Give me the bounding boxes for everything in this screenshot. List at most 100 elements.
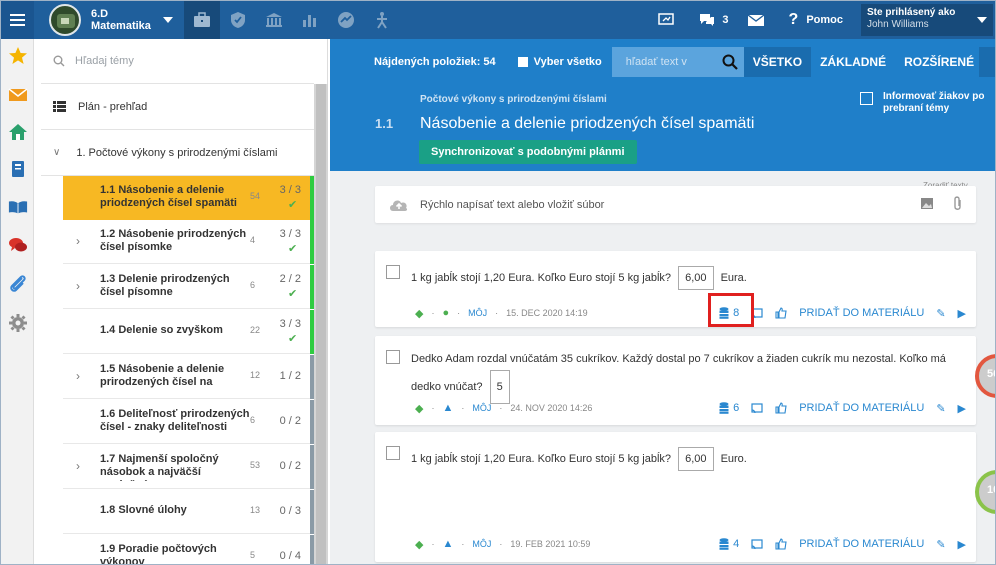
inform-students-checkbox[interactable]: Informovať žiakov po prebraní témy [860, 91, 993, 115]
card-checkbox[interactable] [386, 350, 400, 364]
tab-basic[interactable]: ZÁKLADNÉ [811, 47, 895, 77]
notebook-icon[interactable] [8, 159, 28, 179]
check-icon: ✔ [288, 333, 298, 345]
school-icon[interactable] [256, 1, 292, 39]
chevron-right-icon[interactable]: › [76, 234, 80, 248]
card-checkbox[interactable] [386, 265, 400, 279]
material-card[interactable]: 1 kg jabĺk stojí 1,20 Eura. Koľko Euro s… [375, 432, 976, 562]
chevron-right-icon[interactable]: › [76, 279, 80, 293]
cast-icon[interactable] [751, 538, 763, 550]
topic-item[interactable]: 1.4 Delenie so zvyškom 22 3 / 3 ✔ [63, 310, 315, 354]
tag-icon[interactable]: ◆ [415, 307, 423, 320]
chat-icon[interactable] [8, 235, 28, 255]
class-selector[interactable]: 6.D Matematika [49, 4, 173, 36]
gear-icon[interactable] [8, 313, 28, 333]
select-all-checkbox[interactable]: Vyber všetko [517, 56, 602, 68]
briefcase-icon[interactable] [184, 1, 220, 39]
pencil-icon[interactable]: ✎ [936, 307, 945, 320]
thumbs-up-icon[interactable] [775, 307, 787, 319]
play-icon[interactable]: ▶ [958, 402, 966, 415]
pencil-icon[interactable]: ✎ [936, 538, 945, 551]
bar-chart-icon[interactable] [292, 1, 328, 39]
home-icon[interactable] [8, 122, 28, 142]
search-icon [53, 55, 65, 67]
database-button[interactable]: 6 [719, 402, 739, 414]
user-menu[interactable]: Ste prihlásený ako John Williams [861, 4, 993, 36]
tag-icon[interactable]: ◆ [415, 538, 423, 551]
topic-count: 13 [250, 505, 261, 515]
topic-count: 5 [250, 550, 256, 560]
add-to-material-button[interactable]: PRIDAŤ DO MATERIÁLU [799, 307, 924, 319]
topic-count: 53 [250, 460, 261, 470]
pencil-icon[interactable]: ✎ [936, 402, 945, 415]
add-to-material-button[interactable]: PRIDAŤ DO MATERIÁLU [799, 402, 924, 414]
messages-button[interactable]: 3 [698, 12, 729, 28]
presentation-icon[interactable] [658, 13, 680, 27]
sidebar-scrollbar[interactable] [314, 84, 328, 564]
sync-plans-button[interactable]: Synchronizovať s podobnými plánmi [419, 140, 637, 164]
material-card[interactable]: 1 kg jabĺk stojí 1,20 Eura. Koľko Euro s… [375, 251, 976, 327]
envelope-icon[interactable] [8, 85, 28, 105]
mail-icon[interactable] [747, 13, 771, 27]
top-nav [184, 1, 400, 39]
thumbs-up-icon[interactable] [775, 402, 787, 414]
topic-item[interactable]: 1.8 Slovné úlohy 13 0 / 3 [63, 490, 315, 534]
topic-item[interactable]: 1.1 Násobenie a delenie priodzených číse… [63, 176, 315, 220]
topic-item[interactable]: › 1.3 Delenie prirodzených čísel písomne… [63, 265, 315, 309]
trend-icon[interactable] [328, 1, 364, 39]
topic-item[interactable]: › 1.7 Najmenší spoločný násobok a najväč… [63, 445, 315, 489]
chevron-right-icon[interactable]: › [76, 369, 80, 383]
database-icon [719, 538, 729, 550]
graduation-cap-icon: ▲ [442, 402, 454, 414]
help-label: Pomoc [806, 14, 843, 26]
tag-icon[interactable]: ◆ [415, 402, 423, 415]
shield-icon[interactable] [220, 1, 256, 39]
cast-icon[interactable] [751, 402, 763, 414]
chevron-down-icon [162, 17, 173, 23]
topic-title: 1.1 Násobenie a delenie priodzených číse… [100, 184, 237, 209]
card-answer: 5 [489, 370, 510, 404]
database-button[interactable]: 4 [719, 538, 739, 550]
plan-overview-label: Plán - prehľad [78, 100, 148, 113]
topic-ratio: 0 / 3 [279, 505, 301, 517]
book-icon[interactable] [8, 197, 28, 217]
card-checkbox[interactable] [386, 446, 400, 460]
class-subject: Matematika [91, 20, 151, 32]
tab-extended[interactable]: ROZŠÍRENÉ [895, 47, 983, 77]
quick-input[interactable]: Rýchlo napísať text alebo vložiť súbor [375, 186, 976, 223]
chapter-row[interactable]: ∨ 1. Počtové výkony s prirodzenými čísla… [41, 130, 314, 176]
plan-overview[interactable]: Plán - prehľad [41, 84, 314, 130]
topic-item[interactable]: 1.6 Deliteľnosť prirodzených čísel - zna… [63, 400, 315, 444]
search-icon[interactable] [722, 54, 738, 70]
paperclip-icon[interactable] [8, 274, 28, 294]
toolbar-more-button[interactable] [979, 47, 995, 77]
add-to-material-button[interactable]: PRIDAŤ DO MATERIÁLU [799, 538, 924, 550]
topic-item[interactable]: › 1.2 Násobenie prirodzených čísel písom… [63, 220, 315, 264]
play-icon[interactable]: ▶ [958, 307, 966, 320]
cloud-upload-icon[interactable] [388, 197, 410, 212]
topic-search[interactable]: Hľadaj témy [41, 39, 314, 84]
topic-item[interactable]: 1.9 Poradie počtových výkonov 5 0 / 4 [63, 535, 315, 564]
text-search-input[interactable]: hľadať text v [611, 47, 744, 77]
chapter-label: 1. Počtové výkony s prirodzenými číslami [76, 146, 278, 159]
thumbs-up-icon[interactable] [775, 538, 787, 550]
help-button[interactable]: ? Pomoc [789, 11, 843, 29]
found-count: Nájdených položiek: 54 [374, 56, 496, 68]
image-icon[interactable] [920, 197, 934, 210]
scrollbar-thumb[interactable] [316, 84, 326, 564]
database-count: 6 [733, 402, 740, 414]
star-icon[interactable] [8, 45, 28, 65]
walking-icon[interactable] [364, 1, 400, 39]
topic-count: 6 [250, 415, 256, 425]
menu-icon[interactable] [1, 1, 34, 39]
tab-all[interactable]: VŠETKO [743, 47, 812, 77]
play-icon[interactable]: ▶ [958, 538, 966, 551]
chevron-right-icon[interactable]: › [76, 459, 80, 473]
topic-item[interactable]: › 1.5 Násobenie a delenie prirodzených č… [63, 355, 315, 399]
database-count: 4 [733, 538, 740, 550]
material-card[interactable]: Dedko Adam rozdal vnúčatám 35 cukríkov. … [375, 336, 976, 425]
topic-title: 1.7 Najmenší spoločný násobok a najväčší… [100, 453, 219, 481]
text-search-placeholder: hľadať text v [625, 56, 687, 68]
paperclip-icon[interactable] [952, 196, 964, 212]
card-answer-suffix: Euro. [720, 453, 747, 465]
